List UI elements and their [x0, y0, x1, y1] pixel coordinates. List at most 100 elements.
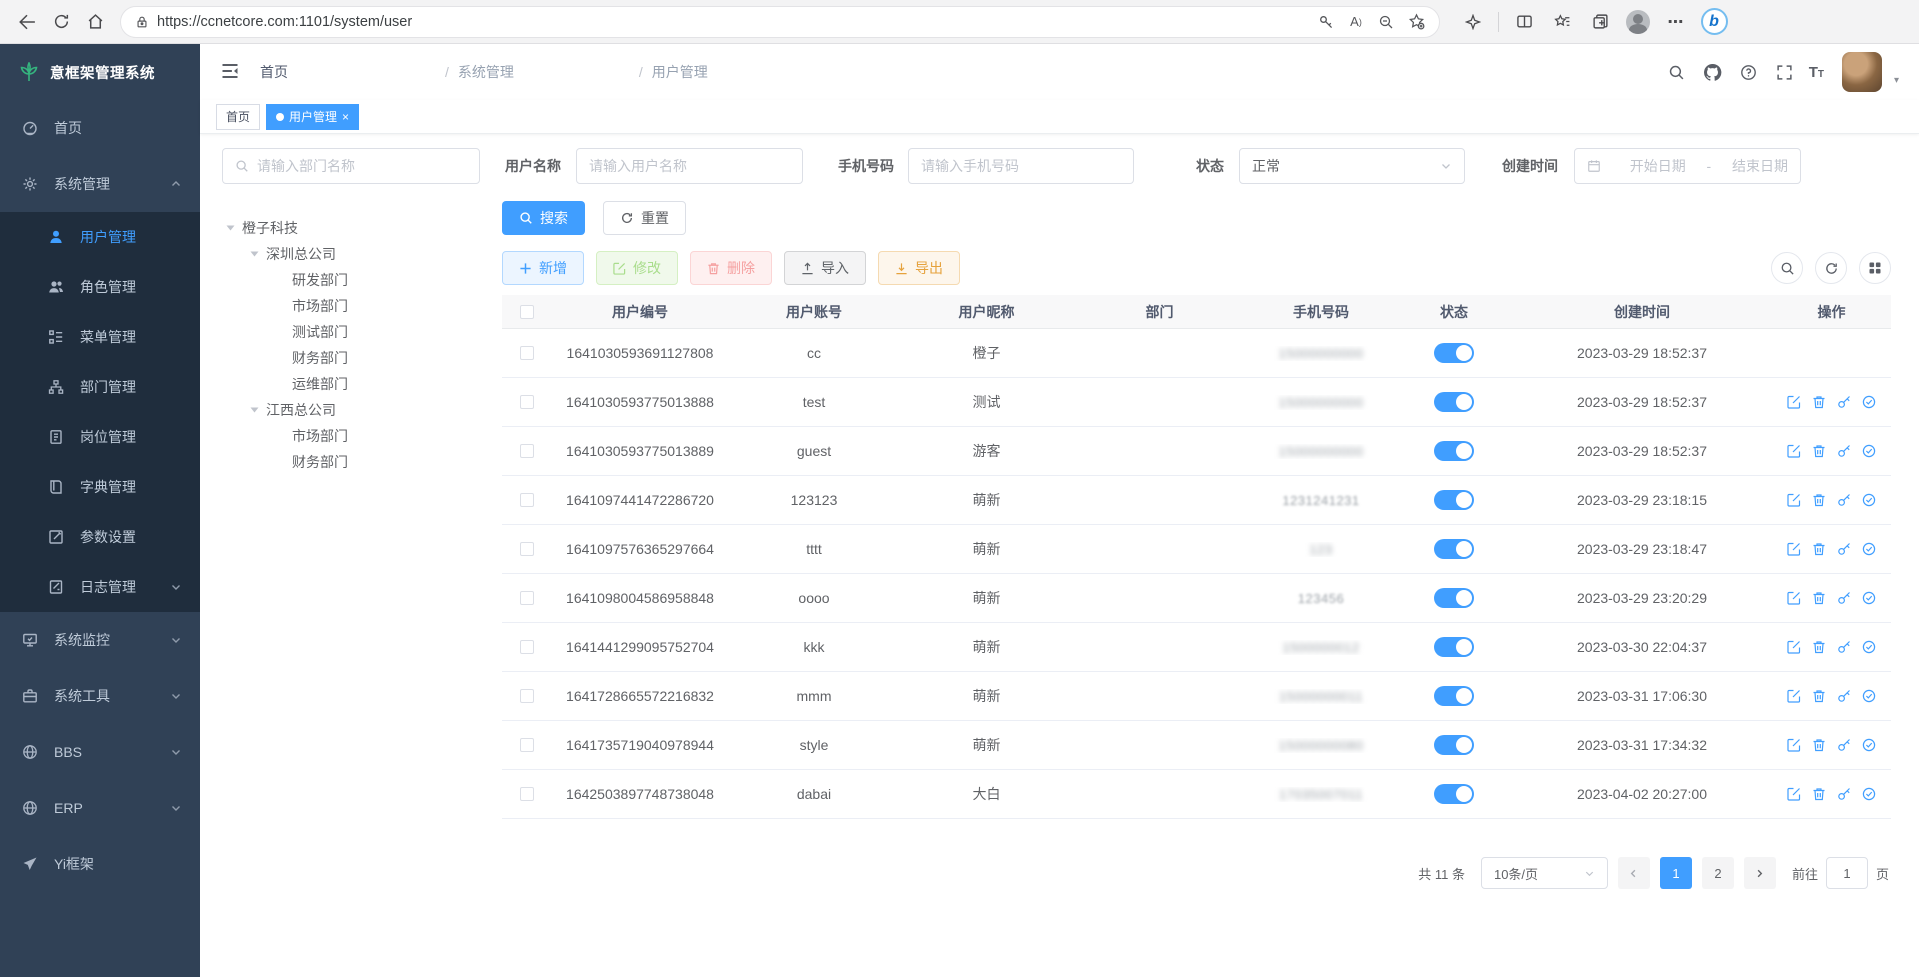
row-assign-role-icon[interactable]: [1862, 591, 1876, 605]
row-reset-password-icon[interactable]: [1837, 493, 1851, 507]
status-select[interactable]: 正常: [1239, 148, 1465, 184]
favorite-add-icon[interactable]: [1401, 7, 1431, 37]
sidebar-item-role-mgmt[interactable]: 角色管理: [0, 262, 200, 312]
tree-expand-icon[interactable]: [227, 226, 235, 231]
tree-node[interactable]: 橙子科技: [222, 215, 502, 241]
row-delete-icon[interactable]: [1812, 738, 1826, 752]
profile-avatar[interactable]: [1621, 5, 1655, 39]
sidebar-item-log-mgmt[interactable]: 日志管理: [0, 562, 200, 612]
row-assign-role-icon[interactable]: [1862, 395, 1876, 409]
row-assign-role-icon[interactable]: [1862, 542, 1876, 556]
sidebar-item-user-mgmt[interactable]: 用户管理: [0, 212, 200, 262]
sidebar-item-menu-mgmt[interactable]: 菜单管理: [0, 312, 200, 362]
status-toggle[interactable]: [1434, 637, 1474, 657]
select-all-checkbox[interactable]: [520, 305, 534, 319]
sidebar-item-monitor[interactable]: 系统监控: [0, 612, 200, 668]
row-delete-icon[interactable]: [1812, 640, 1826, 654]
row-edit-icon[interactable]: [1787, 787, 1801, 801]
tree-node[interactable]: 财务部门: [222, 345, 502, 371]
next-page-button[interactable]: [1744, 857, 1776, 889]
tag-home[interactable]: 首页: [216, 104, 260, 130]
collapse-menu-icon[interactable]: [220, 61, 242, 83]
date-range-picker[interactable]: 开始日期 - 结束日期: [1574, 148, 1801, 184]
row-edit-icon[interactable]: [1787, 444, 1801, 458]
prev-page-button[interactable]: [1618, 857, 1650, 889]
row-reset-password-icon[interactable]: [1837, 395, 1851, 409]
row-assign-role-icon[interactable]: [1862, 738, 1876, 752]
row-assign-role-icon[interactable]: [1862, 640, 1876, 654]
tag-user-mgmt[interactable]: 用户管理 ×: [266, 104, 359, 130]
help-icon[interactable]: [1737, 60, 1761, 84]
github-icon[interactable]: [1701, 60, 1725, 84]
settings-more-icon[interactable]: ⋯: [1659, 5, 1693, 39]
row-edit-icon[interactable]: [1787, 689, 1801, 703]
sidebar-item-tools[interactable]: 系统工具: [0, 668, 200, 724]
status-toggle[interactable]: [1434, 686, 1474, 706]
sidebar-item-home[interactable]: 首页: [0, 100, 200, 156]
search-button[interactable]: 搜索: [502, 201, 585, 235]
row-assign-role-icon[interactable]: [1862, 689, 1876, 703]
row-reset-password-icon[interactable]: [1837, 444, 1851, 458]
font-size-icon[interactable]: TT: [1809, 64, 1824, 81]
row-checkbox[interactable]: [520, 738, 534, 752]
row-checkbox[interactable]: [520, 444, 534, 458]
zoom-out-icon[interactable]: [1371, 7, 1401, 37]
tree-expand-icon[interactable]: [251, 252, 259, 257]
read-aloud-icon[interactable]: A): [1341, 7, 1371, 37]
tag-close-icon[interactable]: ×: [342, 111, 349, 123]
back-icon[interactable]: [10, 5, 44, 39]
sidebar-item-yi-framework[interactable]: Yi框架: [0, 836, 200, 892]
reset-button[interactable]: 重置: [603, 201, 686, 235]
app-logo[interactable]: 意框架管理系统: [0, 44, 200, 100]
sidebar-item-dept-mgmt[interactable]: 部门管理: [0, 362, 200, 412]
row-edit-icon[interactable]: [1787, 493, 1801, 507]
row-assign-role-icon[interactable]: [1862, 493, 1876, 507]
row-delete-icon[interactable]: [1812, 444, 1826, 458]
row-checkbox[interactable]: [520, 689, 534, 703]
row-assign-role-icon[interactable]: [1862, 787, 1876, 801]
row-assign-role-icon[interactable]: [1862, 444, 1876, 458]
row-edit-icon[interactable]: [1787, 591, 1801, 605]
row-checkbox[interactable]: [520, 640, 534, 654]
table-refresh-button[interactable]: [1815, 252, 1847, 284]
status-toggle[interactable]: [1434, 441, 1474, 461]
sidebar-item-bbs[interactable]: BBS: [0, 724, 200, 780]
page-size-select[interactable]: 10条/页: [1481, 857, 1608, 889]
row-reset-password-icon[interactable]: [1837, 640, 1851, 654]
row-delete-icon[interactable]: [1812, 689, 1826, 703]
row-edit-icon[interactable]: [1787, 640, 1801, 654]
tree-node[interactable]: 测试部门: [222, 319, 502, 345]
sidebar-item-system[interactable]: 系统管理: [0, 156, 200, 212]
status-toggle[interactable]: [1434, 784, 1474, 804]
username-input[interactable]: [589, 158, 790, 174]
copilot-icon[interactable]: b: [1697, 5, 1731, 39]
sidebar-item-dict-mgmt[interactable]: 字典管理: [0, 462, 200, 512]
row-checkbox[interactable]: [520, 493, 534, 507]
row-checkbox[interactable]: [520, 395, 534, 409]
row-edit-icon[interactable]: [1787, 395, 1801, 409]
row-delete-icon[interactable]: [1812, 395, 1826, 409]
split-screen-icon[interactable]: [1507, 5, 1541, 39]
url-bar[interactable]: https://ccnetcore.com:1101/system/user A…: [120, 6, 1440, 38]
row-checkbox[interactable]: [520, 346, 534, 360]
goto-page-input[interactable]: [1826, 857, 1868, 889]
favorites-icon[interactable]: [1545, 5, 1579, 39]
phone-input[interactable]: [921, 158, 1121, 174]
status-toggle[interactable]: [1434, 588, 1474, 608]
breadcrumb-home[interactable]: 首页: [260, 62, 436, 82]
sidebar-item-post-mgmt[interactable]: 岗位管理: [0, 412, 200, 462]
password-key-icon[interactable]: [1311, 7, 1341, 37]
row-reset-password-icon[interactable]: [1837, 738, 1851, 752]
row-reset-password-icon[interactable]: [1837, 542, 1851, 556]
status-toggle[interactable]: [1434, 392, 1474, 412]
dept-search-input[interactable]: [257, 158, 467, 174]
refresh-icon[interactable]: [44, 5, 78, 39]
search-icon[interactable]: [1665, 60, 1689, 84]
column-settings-button[interactable]: [1859, 252, 1891, 284]
row-delete-icon[interactable]: [1812, 493, 1826, 507]
row-checkbox[interactable]: [520, 787, 534, 801]
sidebar-item-param-settings[interactable]: 参数设置: [0, 512, 200, 562]
status-toggle[interactable]: [1434, 735, 1474, 755]
tree-node[interactable]: 市场部门: [222, 293, 502, 319]
home-icon[interactable]: [78, 5, 112, 39]
